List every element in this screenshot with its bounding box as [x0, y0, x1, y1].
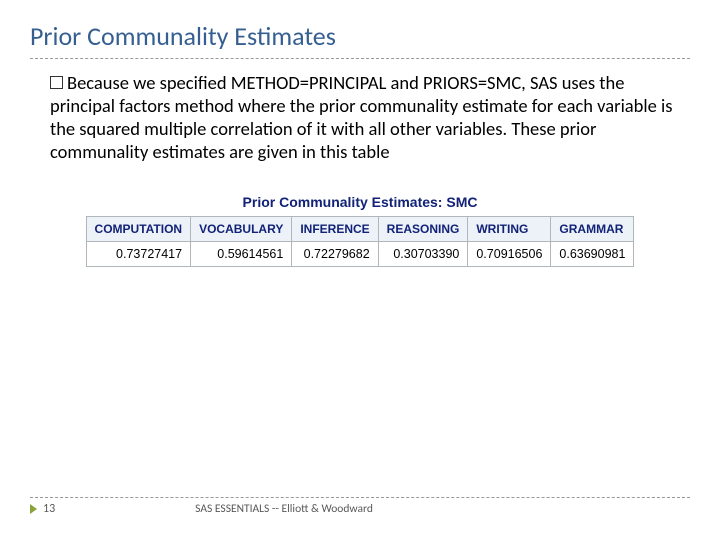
arrow-right-icon — [30, 504, 37, 514]
body-text: Because we specified METHOD=PRINCIPAL an… — [50, 71, 673, 163]
footer-text: SAS ESSENTIALS -- Elliott & Woodward — [195, 502, 373, 516]
table-container: Prior Communality Estimates: SMC COMPUTA… — [30, 194, 690, 267]
footer: 13 SAS ESSENTIALS -- Elliott & Woodward — [30, 497, 690, 516]
table-row: 0.73727417 0.59614561 0.72279682 0.30703… — [86, 241, 634, 266]
body-paragraph: Because we specified METHOD=PRINCIPAL an… — [30, 71, 690, 164]
col-header: GRAMMAR — [551, 216, 634, 241]
slide: Prior Communality Estimates Because we s… — [0, 0, 720, 540]
table-cell: 0.70916506 — [468, 241, 551, 266]
col-header: REASONING — [378, 216, 468, 241]
table-cell: 0.63690981 — [551, 241, 634, 266]
table-caption: Prior Communality Estimates: SMC — [86, 194, 635, 216]
table-cell: 0.73727417 — [86, 241, 191, 266]
communality-table: Prior Communality Estimates: SMC COMPUTA… — [86, 194, 635, 267]
bullet-icon — [50, 76, 63, 89]
slide-title: Prior Communality Estimates — [30, 20, 690, 59]
table-cell: 0.72279682 — [292, 241, 378, 266]
col-header: COMPUTATION — [86, 216, 191, 241]
table-header-row: COMPUTATION VOCABULARY INFERENCE REASONI… — [86, 216, 634, 241]
table-cell: 0.30703390 — [378, 241, 468, 266]
col-header: VOCABULARY — [191, 216, 292, 241]
table-cell: 0.59614561 — [191, 241, 292, 266]
footer-inner: 13 SAS ESSENTIALS -- Elliott & Woodward — [30, 502, 690, 516]
page-number: 13 — [43, 502, 55, 516]
col-header: INFERENCE — [292, 216, 378, 241]
col-header: WRITING — [468, 216, 551, 241]
